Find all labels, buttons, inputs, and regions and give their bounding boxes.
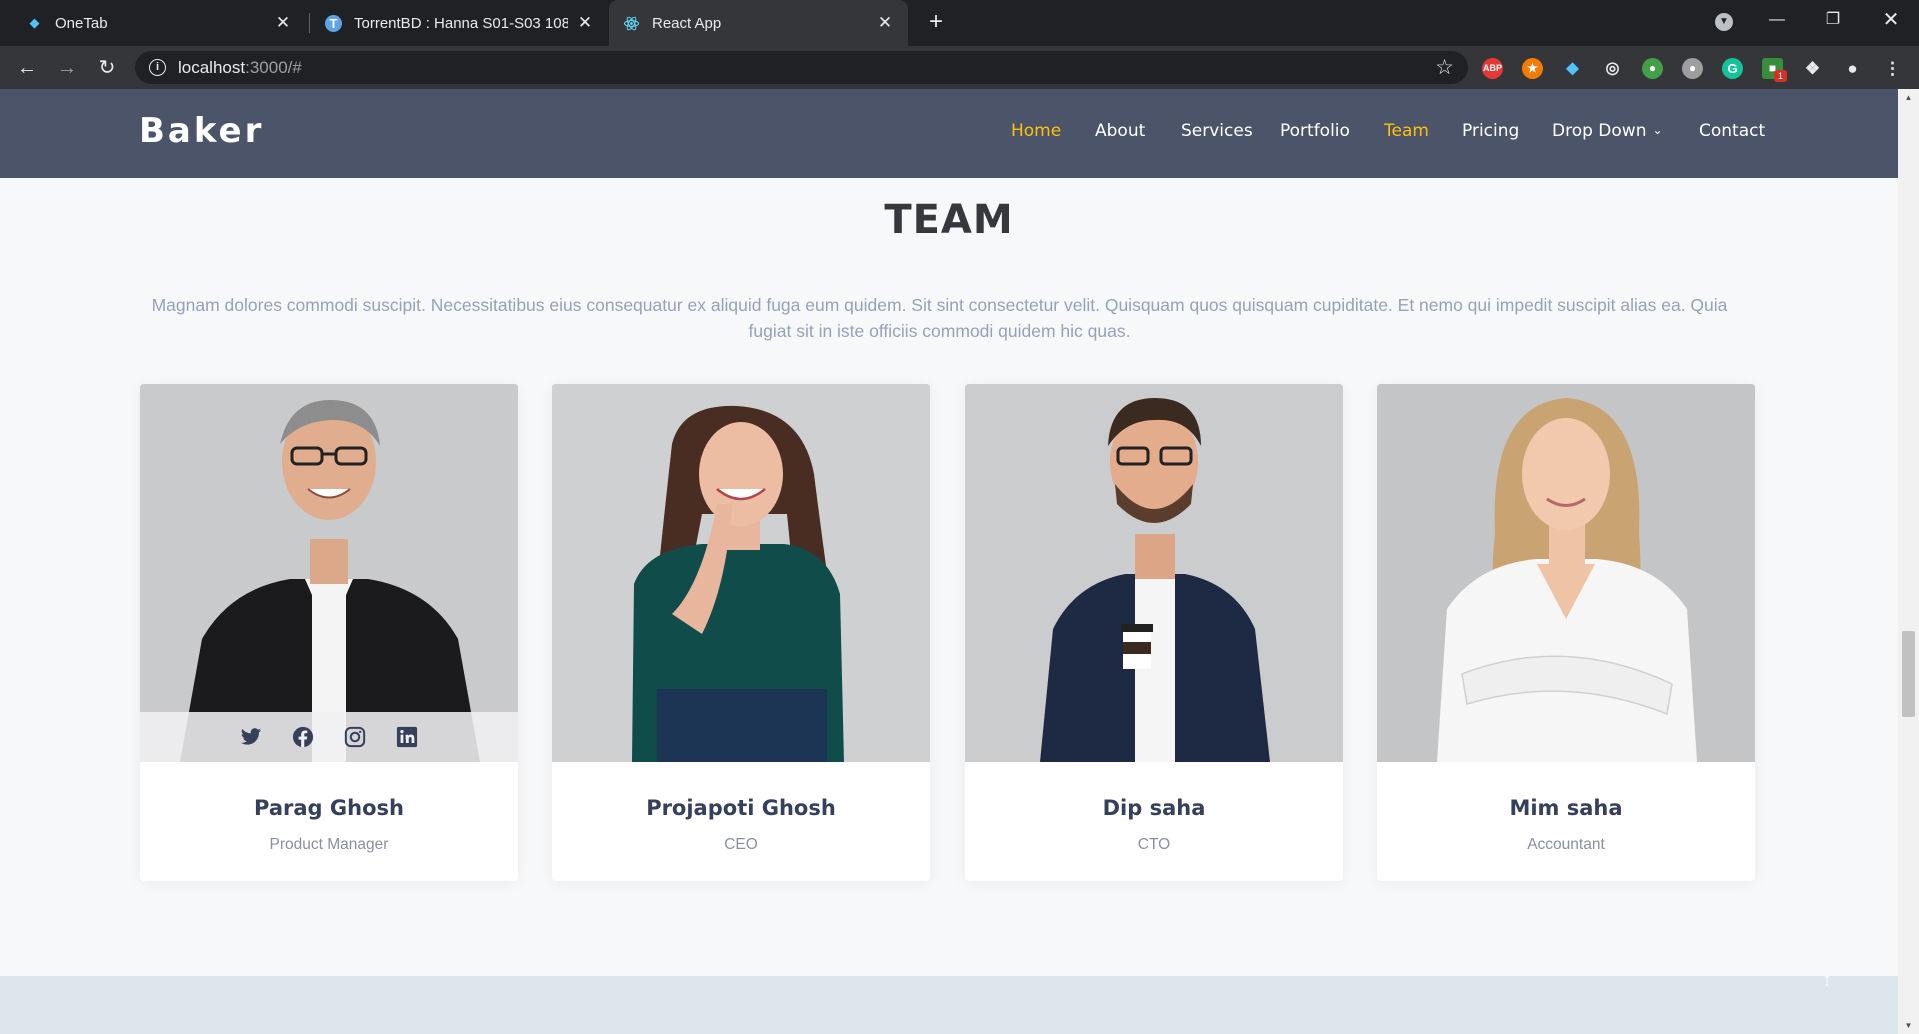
profile-icon[interactable]: ●: [1842, 58, 1863, 79]
member-role: Accountant: [1527, 836, 1605, 853]
extension-gray-icon[interactable]: ●: [1682, 58, 1703, 79]
url-text[interactable]: localhost:3000/#: [178, 58, 302, 78]
scroll-down-arrow-icon[interactable]: ▼: [1898, 1021, 1919, 1030]
address-bar[interactable]: i localhost:3000/# ☆: [135, 51, 1468, 84]
member-role: CTO: [1137, 836, 1171, 853]
info-icon[interactable]: i: [149, 59, 166, 76]
twitter-icon[interactable]: [240, 726, 262, 748]
social-links: [140, 712, 518, 762]
menu-icon[interactable]: ⋮: [1882, 58, 1903, 79]
footer-section: [0, 976, 1898, 1034]
adblock-plus-icon[interactable]: ABP: [1482, 58, 1503, 79]
page-viewport: Baker Home About Services Portfolio Team…: [0, 89, 1898, 1034]
url-host: localhost: [178, 58, 246, 77]
onetab-extension-icon[interactable]: ◆: [1562, 58, 1583, 79]
tab-title: OneTab: [55, 14, 108, 32]
tab-torrentbd[interactable]: T TorrentBD : Hanna S01-S03 1080p ✕: [311, 0, 608, 46]
browser-toolbar: ← → ↻ i localhost:3000/# ☆ ABP ★ ◆ ◎ ● ●…: [0, 46, 1919, 89]
react-icon: [623, 15, 640, 32]
close-icon[interactable]: ✕: [274, 13, 292, 33]
instagram-icon[interactable]: [344, 726, 366, 748]
chevron-down-icon: ▼: [1715, 13, 1733, 31]
member-photo: [140, 384, 518, 762]
member-role: CEO: [724, 836, 758, 853]
nav-pricing[interactable]: Pricing: [1462, 121, 1519, 141]
torrentbd-icon: T: [325, 14, 342, 32]
team-card: Parag Ghosh Product Manager: [140, 384, 518, 881]
back-button[interactable]: ←: [13, 54, 41, 82]
nav-contact[interactable]: Contact: [1699, 121, 1765, 141]
grammarly-icon[interactable]: G: [1722, 58, 1743, 79]
notification-badge: 1: [1774, 70, 1787, 82]
site-header: Baker Home About Services Portfolio Team…: [0, 89, 1898, 178]
extension-orange-icon[interactable]: ★: [1522, 58, 1543, 79]
section-description: Magnam dolores commodi suscipit. Necessi…: [151, 295, 1728, 341]
site-logo[interactable]: Baker: [139, 111, 264, 151]
scroll-up-arrow-icon[interactable]: ▲: [1898, 93, 1919, 102]
reload-button[interactable]: ↻: [93, 54, 121, 82]
nav-team[interactable]: Team: [1384, 121, 1429, 141]
new-tab-button[interactable]: +: [921, 8, 951, 38]
tab-search-button[interactable]: ▼: [1697, 0, 1751, 40]
puzzle-extensions-icon[interactable]: ❖: [1802, 58, 1823, 79]
nav-home[interactable]: Home: [1011, 121, 1061, 141]
tab-onetab[interactable]: ◆ OneTab ✕: [12, 0, 306, 46]
team-card: Projapoti Ghosh CEO: [552, 384, 930, 881]
tab-react-app[interactable]: React App ✕: [609, 0, 908, 46]
scrollbar-thumb[interactable]: [1902, 631, 1915, 717]
linkedin-icon[interactable]: [396, 726, 418, 748]
minimize-button[interactable]: —: [1750, 0, 1804, 40]
chevron-down-icon: ⌄: [1652, 123, 1663, 137]
bookmark-star-icon[interactable]: ☆: [1435, 55, 1454, 80]
nav-drop-down[interactable]: Drop Down ⌄: [1552, 121, 1663, 141]
restore-button[interactable]: ❐: [1806, 0, 1860, 40]
tab-divider: [309, 13, 310, 33]
nav-drop-down-label: Drop Down: [1552, 121, 1647, 141]
team-card: Dip saha CTO: [965, 384, 1343, 881]
nav-about[interactable]: About: [1095, 121, 1145, 141]
facebook-icon[interactable]: [292, 726, 314, 748]
member-name: Projapoti Ghosh: [646, 796, 836, 820]
forward-button[interactable]: →: [53, 54, 81, 82]
section-title: TEAM: [884, 197, 1014, 243]
page-scrollbar[interactable]: ▲ ▼: [1898, 89, 1919, 1034]
member-name: Parag Ghosh: [254, 796, 404, 820]
tab-title: React App: [652, 14, 722, 32]
member-role: Product Manager: [269, 836, 389, 853]
back-to-top-arrow-icon[interactable]: ↑: [1822, 969, 1832, 992]
nav-services[interactable]: Services: [1181, 121, 1253, 141]
close-icon[interactable]: ✕: [876, 13, 894, 33]
tab-title: TorrentBD : Hanna S01-S03 1080p: [354, 14, 568, 32]
member-photo: [965, 384, 1343, 762]
lightbulb-icon[interactable]: ◎: [1602, 58, 1623, 79]
extension-green-icon[interactable]: ●: [1642, 58, 1663, 79]
member-photo: [552, 384, 930, 762]
close-icon[interactable]: ✕: [576, 13, 594, 33]
url-path: :3000/#: [245, 58, 302, 77]
onetab-icon: ◆: [29, 15, 40, 30]
browser-tab-bar: ◆ OneTab ✕ T TorrentBD : Hanna S01-S03 1…: [0, 0, 1919, 46]
member-name: Mim saha: [1509, 796, 1623, 820]
team-card: Mim saha Accountant: [1377, 384, 1755, 881]
close-window-button[interactable]: ✕: [1864, 0, 1918, 40]
member-name: Dip saha: [1102, 796, 1206, 820]
member-photo: [1377, 384, 1755, 762]
nav-portfolio[interactable]: Portfolio: [1280, 121, 1350, 141]
